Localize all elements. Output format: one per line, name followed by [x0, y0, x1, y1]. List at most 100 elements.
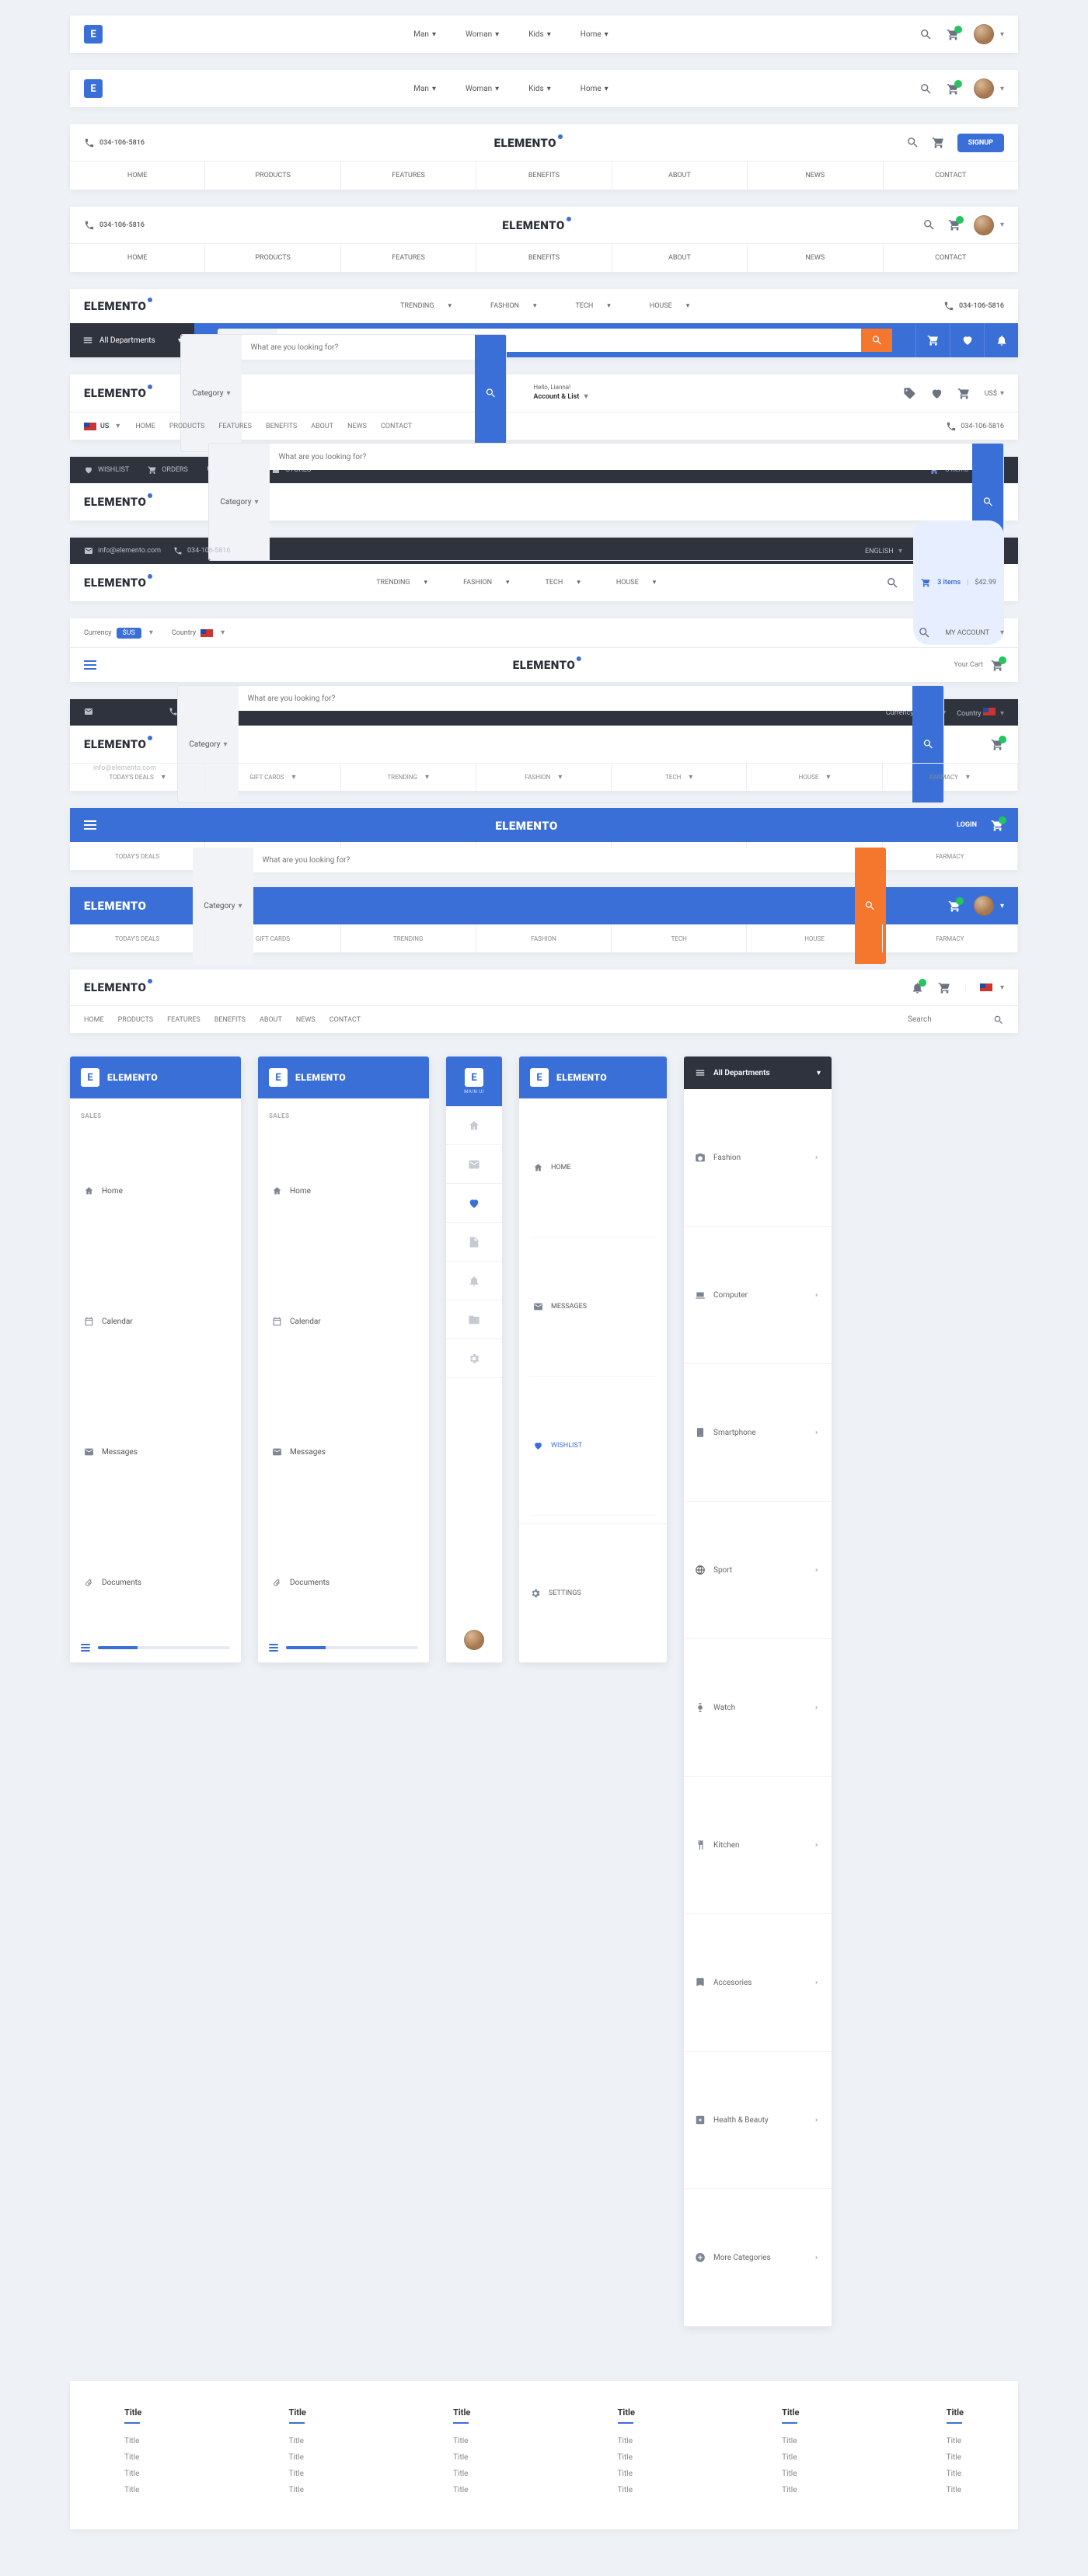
logo[interactable]: ELEMENTO — [84, 576, 146, 590]
cart-button[interactable] — [991, 738, 1004, 751]
category-item[interactable]: FASHION▾ — [463, 579, 509, 587]
sidebar-item[interactable]: Calendar — [81, 1256, 230, 1387]
email-link[interactable]: info@elemento.com — [84, 653, 156, 772]
tab-item[interactable]: HOUSE — [747, 924, 882, 952]
collapse-icon[interactable] — [269, 1644, 278, 1652]
footer-link[interactable]: Title — [618, 2466, 635, 2482]
avatar-icon[interactable] — [464, 1630, 484, 1650]
footer-link[interactable]: Title — [289, 2482, 306, 2498]
cart-icon[interactable] — [915, 323, 950, 357]
sidebar-item[interactable]: Wishlist — [530, 1377, 656, 1516]
tab-item[interactable]: TODAY'S DEALS▾ — [70, 763, 205, 791]
department-item[interactable]: Fashion — [684, 1089, 832, 1227]
footer-link[interactable]: Title — [782, 2466, 799, 2482]
department-item[interactable]: More Categories — [684, 2189, 832, 2327]
logo[interactable]: ELEMENTO — [84, 386, 146, 400]
nav-man[interactable]: Man▾ — [413, 30, 436, 39]
search-icon[interactable] — [993, 1015, 1004, 1025]
nav-man[interactable]: Man▾ — [413, 85, 436, 93]
nav-item[interactable]: PRODUCTS — [205, 162, 340, 190]
all-departments-button[interactable]: All Departments▾ — [70, 323, 194, 357]
search-input[interactable] — [253, 848, 855, 872]
nav-item[interactable]: ABOUT — [612, 244, 748, 272]
category-item[interactable]: HOUSE▾ — [650, 302, 689, 310]
cart-button[interactable] — [991, 819, 1004, 832]
search-icon[interactable] — [919, 82, 933, 96]
logo[interactable]: ELEMENTO — [84, 899, 146, 913]
nav-home[interactable]: Home▾ — [581, 30, 609, 39]
sidebar-item[interactable]: Documents — [81, 1517, 230, 1633]
heart-icon[interactable] — [930, 387, 943, 400]
user-menu[interactable]: ▾ — [974, 896, 1004, 916]
sidebar-item[interactable]: Home — [81, 1126, 230, 1256]
tab-item[interactable]: GIFT CARDS — [205, 924, 340, 952]
nav-item[interactable]: NEWS — [296, 1016, 316, 1024]
tab-item[interactable]: HOUSE▾ — [747, 763, 882, 791]
footer-link[interactable]: Title — [947, 2433, 964, 2449]
my-account-link[interactable]: MY ACCOUNT▾ — [945, 628, 1004, 637]
nav-item[interactable]: CONTACT — [884, 244, 1018, 272]
nav-item[interactable]: ABOUT — [311, 423, 333, 430]
tab-item[interactable]: FASHION — [476, 924, 612, 952]
department-item[interactable]: Kitchen — [684, 1777, 832, 1914]
tab-item[interactable]: TECH▾ — [612, 763, 747, 791]
nav-woman[interactable]: Woman▾ — [466, 30, 499, 39]
footer-link[interactable]: Title — [124, 2482, 141, 2498]
footer-link[interactable]: Title — [782, 2449, 799, 2466]
nav-item[interactable]: ABOUT — [612, 162, 748, 190]
cart-text[interactable]: Your Cart — [954, 661, 983, 669]
menu-icon[interactable] — [84, 820, 96, 830]
sidebar-item[interactable]: Messages — [81, 1387, 230, 1517]
departments-header[interactable]: All Departments▾ — [684, 1057, 832, 1089]
footer-link[interactable]: Title — [124, 2466, 141, 2482]
search-input[interactable] — [242, 335, 476, 360]
nav-kids[interactable]: Kids▾ — [528, 30, 551, 39]
category-item[interactable]: TRENDING▾ — [376, 579, 427, 587]
nav-item[interactable]: FEATURES — [167, 1016, 201, 1024]
wishlist-icon[interactable] — [950, 323, 984, 357]
nav-item[interactable]: HOME — [70, 162, 205, 190]
tab-item[interactable]: TECH — [612, 924, 747, 952]
user-menu[interactable]: ▾ — [974, 24, 1004, 44]
country-select[interactable]: Country▾ — [172, 628, 225, 637]
cart-button[interactable] — [947, 82, 960, 96]
search-input[interactable] — [270, 444, 973, 470]
search-icon[interactable] — [886, 576, 899, 590]
footer-link[interactable]: Title — [289, 2466, 306, 2482]
settings-link[interactable]: SETTINGS — [549, 1589, 581, 1597]
tab-item[interactable]: TRENDING — [341, 924, 476, 952]
search-icon[interactable] — [919, 28, 933, 41]
logo-icon[interactable]: E — [84, 79, 103, 98]
logo[interactable]: ELEMENTO — [84, 980, 146, 994]
currency-select[interactable]: US$▾ — [985, 389, 1004, 398]
nav-home[interactable]: Home▾ — [581, 85, 609, 93]
search-button[interactable] — [861, 329, 892, 352]
search-icon[interactable] — [906, 136, 919, 149]
search-icon[interactable] — [922, 218, 936, 231]
nav-item[interactable]: CONTACT — [330, 1016, 361, 1024]
footer-link[interactable]: Title — [618, 2449, 635, 2466]
department-item[interactable]: Smartphone — [684, 1364, 832, 1502]
footer-link[interactable]: Title — [618, 2433, 635, 2449]
nav-item[interactable]: BENEFITS — [476, 162, 612, 190]
tab-item[interactable]: FARMACY — [883, 924, 1018, 952]
department-item[interactable]: Computer — [684, 1227, 832, 1364]
search-input[interactable] — [239, 686, 913, 711]
footer-link[interactable]: Title — [453, 2466, 470, 2482]
department-item[interactable]: Health & Beauty — [684, 2052, 832, 2189]
tab-item[interactable]: FARMACY▾ — [883, 763, 1018, 791]
tab-item[interactable]: TODAY'S DEALS — [70, 842, 205, 870]
country-select[interactable]: Country ▾ — [957, 708, 1004, 718]
cart-button[interactable] — [991, 659, 1004, 672]
logo[interactable]: ELEMENTO — [494, 136, 556, 150]
logo[interactable]: ELEMENTO — [84, 737, 146, 751]
footer-link[interactable]: Title — [782, 2433, 799, 2449]
notifications-icon[interactable] — [911, 981, 924, 994]
user-menu[interactable]: ▾ — [974, 215, 1004, 235]
nav-item[interactable]: BENEFITS — [476, 244, 612, 272]
notifications-icon[interactable] — [984, 323, 1018, 357]
category-item[interactable]: TRENDING▾ — [400, 302, 452, 310]
search-icon[interactable] — [918, 626, 931, 639]
phone-link[interactable]: 034-106-5816 — [173, 493, 231, 609]
footer-link[interactable]: Title — [947, 2482, 964, 2498]
